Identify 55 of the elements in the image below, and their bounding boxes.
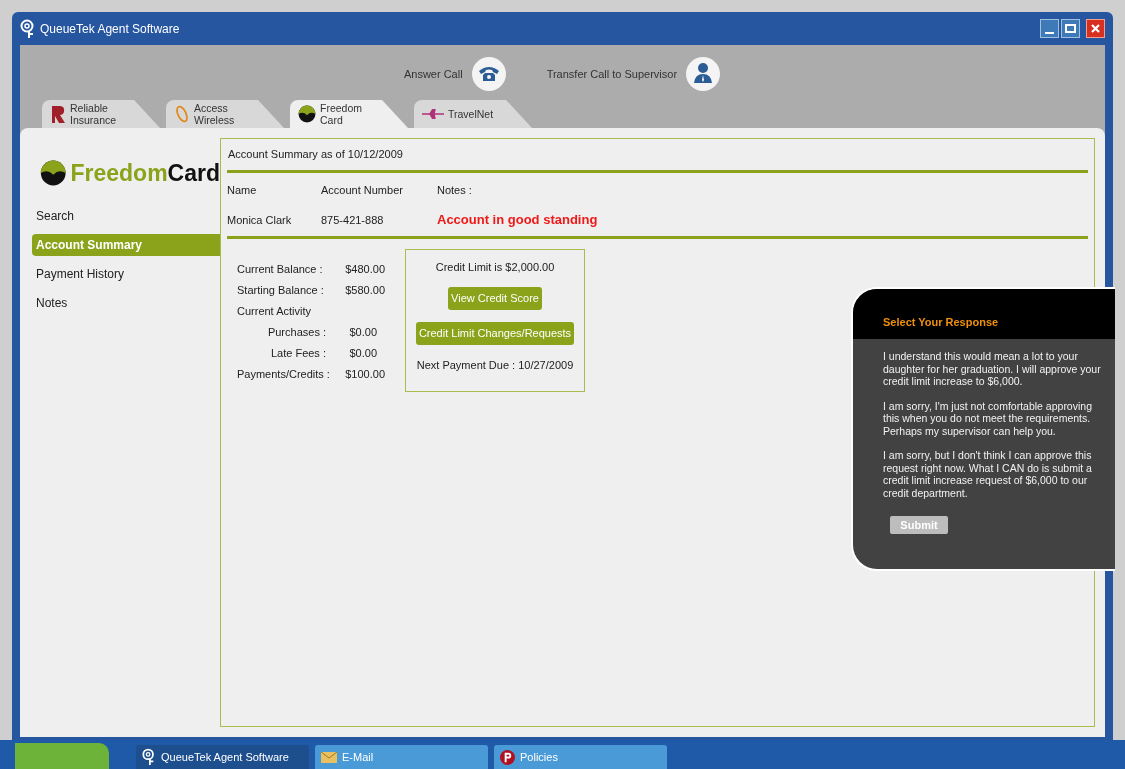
sidebar-item[interactable]: Payment History (32, 262, 220, 285)
column-header: Notes : (437, 182, 472, 198)
response-option[interactable]: I am sorry, but I don't think I can approve this request right now. What I CAN do is submit a credit limit increase request of $6,000 to our credit department. (883, 449, 1111, 499)
response-option[interactable]: I am sorry, I'm just not comfortable approving this when you do not meet the requirements. Perhaps my supervisor can help you. (883, 399, 1111, 437)
balance-value: $0.00 (348, 324, 378, 338)
tab-label: Freedom Card (320, 102, 363, 126)
app-logo-icon (142, 748, 156, 766)
sidebar-item[interactable]: Search (32, 204, 220, 227)
close-button[interactable] (1086, 19, 1105, 38)
tab[interactable]: Freedom Card (290, 100, 408, 128)
balance-value: $100.00 (344, 366, 385, 380)
logo-text: FreedomCard (70, 159, 220, 188)
maximize-button[interactable] (1061, 19, 1080, 38)
balance-label: Late Fees : (269, 345, 327, 359)
tab[interactable]: Reliable Insurance (42, 100, 160, 128)
person-icon[interactable] (685, 56, 722, 92)
next-payment: Next Payment Due : 10/27/2009 (416, 358, 574, 373)
toolbar-label: Answer Call (403, 66, 463, 82)
toolbar-label: Transfer Call to Supervisor (546, 66, 678, 82)
app-logo-icon (20, 18, 36, 39)
balance-value: $480.00 (344, 261, 385, 275)
account-status: Account in good standing (437, 211, 598, 229)
summary-value: 875-421-888 (321, 212, 385, 228)
tab-label: Reliable Insurance (70, 102, 118, 126)
phone-icon[interactable] (470, 56, 507, 92)
tab-label: TravelNet (448, 108, 494, 120)
tab[interactable]: Access Wireless (166, 100, 284, 128)
ring-icon (174, 104, 190, 124)
start-button[interactable] (15, 743, 109, 769)
freedom-logo-icon (298, 105, 316, 123)
balance-heading: Current Activity (237, 303, 312, 317)
response-option[interactable]: I understand this would mean a lot to your daughter for her graduation. I will approve your credit limit increase to $6,000. (883, 350, 1111, 388)
credit-limit: Credit Limit is $2,000.00 (435, 259, 555, 275)
response-title: Select Your Response (883, 314, 999, 330)
balance-label: Current Balance : (237, 261, 324, 275)
balance-value: $0.00 (348, 345, 378, 359)
close-icon (1091, 24, 1100, 33)
window-title: QueueTek Agent Software (40, 20, 180, 38)
summary-value: Monica Clark (227, 212, 293, 228)
envelope-icon (321, 751, 337, 763)
balance-label: Purchases : (266, 324, 327, 338)
summary-title: Account Summary as of 10/12/2009 (227, 147, 404, 162)
column-header: Account Number (321, 182, 404, 198)
tab-label: Access Wireless (194, 102, 236, 126)
balance-label: Starting Balance : (237, 282, 325, 296)
letter-r-logo-icon (50, 104, 66, 124)
airplane-icon (422, 109, 444, 119)
policies-logo-icon (500, 749, 515, 765)
sidebar-item[interactable]: Notes (32, 291, 220, 314)
column-header: Name (227, 182, 258, 198)
balance-value: $580.00 (344, 282, 385, 296)
taskbar-button[interactable]: QueueTek Agent Software (136, 745, 309, 769)
minimize-button[interactable] (1040, 19, 1059, 38)
balance-label: Payments/Credits : (237, 366, 331, 380)
tab[interactable]: TravelNet (414, 100, 532, 128)
